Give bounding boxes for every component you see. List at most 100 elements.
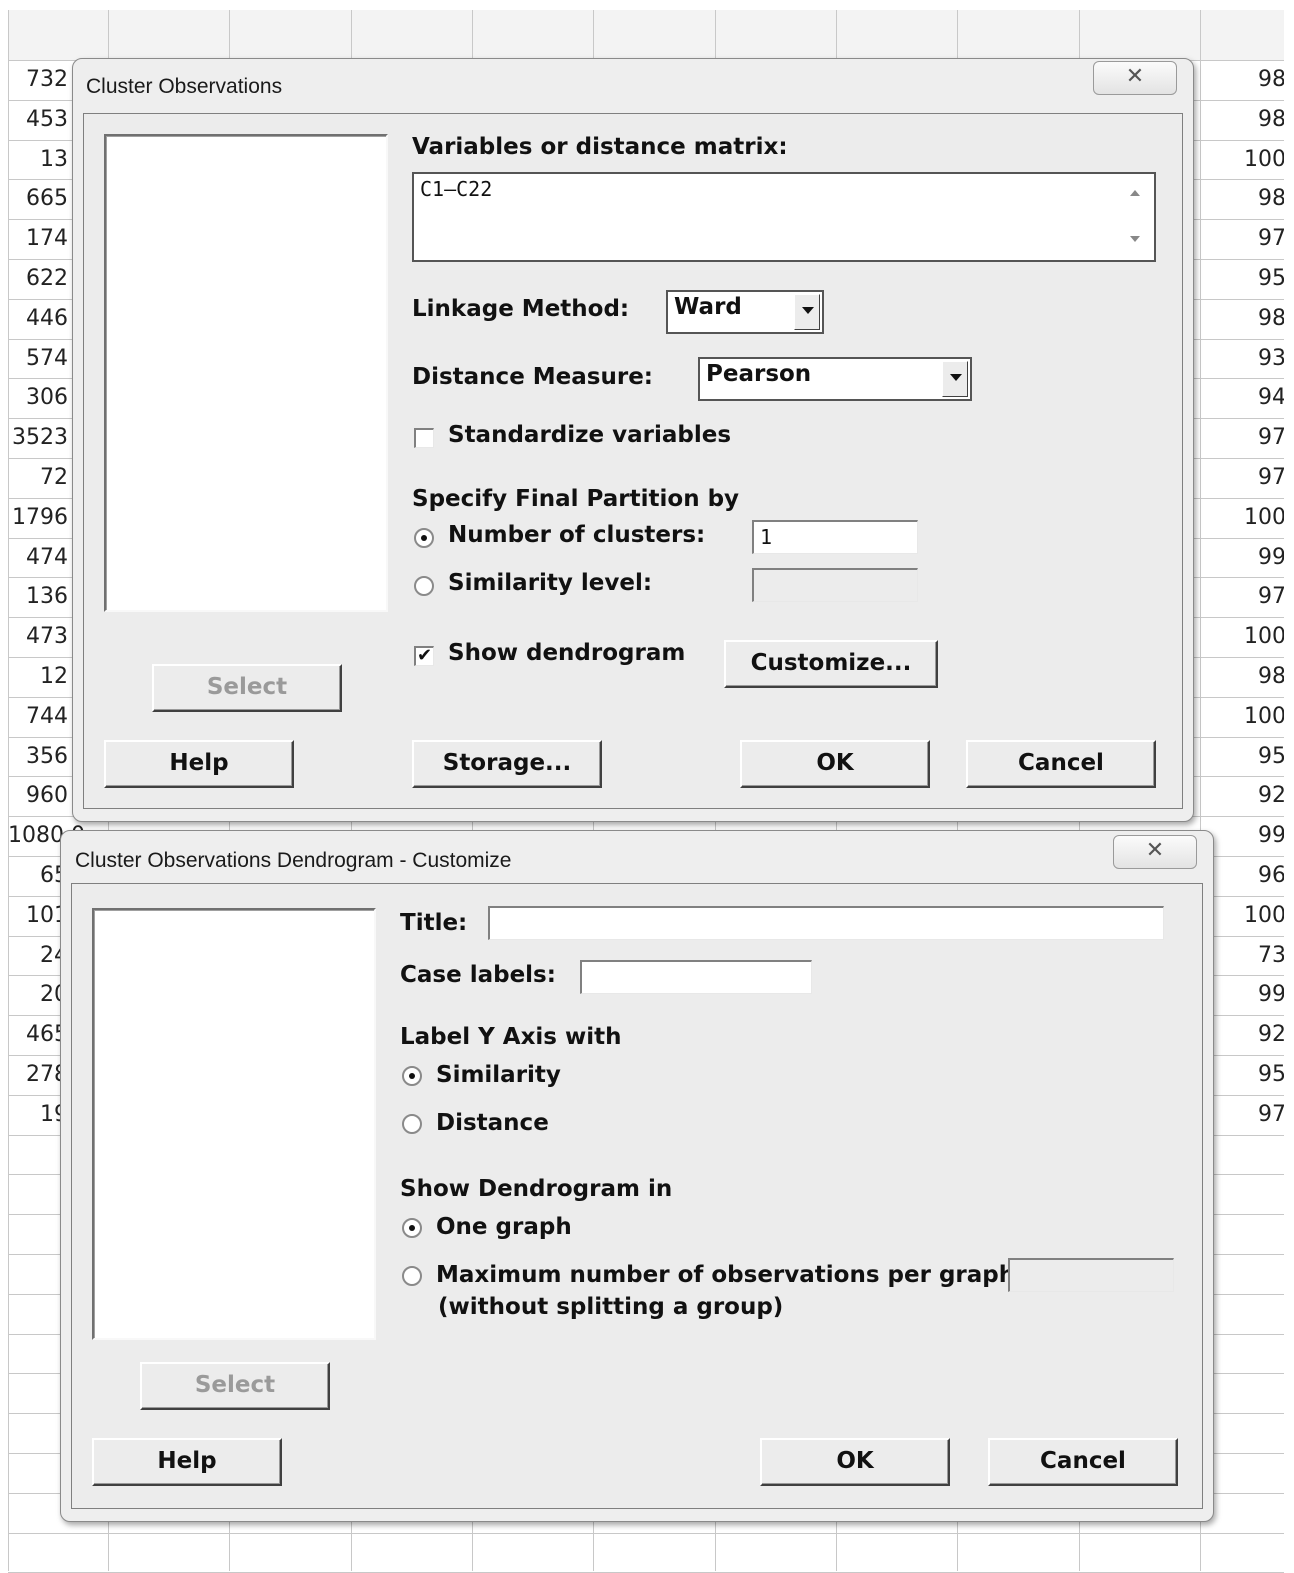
ok-button[interactable]: OK <box>760 1438 950 1486</box>
max-observations-radio[interactable] <box>402 1266 422 1286</box>
cancel-button[interactable]: Cancel <box>966 740 1156 788</box>
cancel-button[interactable]: Cancel <box>988 1438 1178 1486</box>
scroll-down-icon[interactable] <box>1130 236 1140 242</box>
worksheet-cell[interactable]: 732 <box>8 67 68 93</box>
worksheet-cell[interactable]: 474 <box>8 545 68 571</box>
storage-button[interactable]: Storage... <box>412 740 602 788</box>
worksheet-cell[interactable]: 98 <box>1240 664 1286 690</box>
worksheet-cell[interactable]: 72 <box>8 465 68 491</box>
worksheet-cell[interactable]: 174 <box>8 226 68 252</box>
similarity-radio[interactable] <box>402 1066 422 1086</box>
worksheet-cell[interactable]: 13 <box>8 147 68 173</box>
similarity-option-label: Similarity <box>436 1062 561 1088</box>
worksheet-cell[interactable]: 446 <box>8 306 68 332</box>
worksheet-cell[interactable]: 99 <box>1240 982 1286 1008</box>
worksheet-cell[interactable]: 94 <box>1240 385 1286 411</box>
number-of-clusters-label: Number of clusters: <box>448 522 706 548</box>
select-button[interactable]: Select <box>140 1362 330 1410</box>
worksheet-cell[interactable]: 73 <box>1240 943 1286 969</box>
linkage-method-select[interactable]: Ward <box>666 290 824 334</box>
worksheet-cell[interactable]: 99 <box>1240 545 1286 571</box>
worksheet-cell[interactable]: 960 <box>8 783 68 809</box>
max-observations-option-label: Maximum number of observations per graph… <box>436 1262 1025 1288</box>
worksheet-cell[interactable]: 622 <box>8 266 68 292</box>
worksheet-cell[interactable]: 98 <box>1240 107 1286 133</box>
worksheet-cell[interactable]: 95 <box>1240 744 1286 770</box>
worksheet-cell[interactable]: 65 <box>8 863 68 889</box>
distance-radio[interactable] <box>402 1114 422 1134</box>
worksheet-cell[interactable]: 744 <box>8 704 68 730</box>
worksheet-cell[interactable]: 12 <box>8 664 68 690</box>
variable-list[interactable] <box>104 134 388 612</box>
worksheet-cell[interactable]: 97 <box>1240 226 1286 252</box>
show-dendrogram-checkbox[interactable]: ✔ <box>414 646 434 666</box>
worksheet-cell[interactable]: 96 <box>1240 863 1286 889</box>
worksheet-cell[interactable]: 97 <box>1240 425 1286 451</box>
worksheet-cell[interactable]: 100 <box>1240 147 1286 173</box>
worksheet-cell[interactable]: 98 <box>1240 186 1286 212</box>
distance-measure-select[interactable]: Pearson <box>698 357 972 401</box>
worksheet-cell[interactable]: 574 <box>8 346 68 372</box>
variable-list[interactable] <box>92 908 376 1340</box>
help-button[interactable]: Help <box>104 740 294 788</box>
worksheet-cell[interactable]: 100 <box>1240 624 1286 650</box>
close-icon: ✕ <box>1145 838 1165 863</box>
close-button[interactable]: ✕ <box>1113 835 1197 869</box>
number-of-clusters-radio[interactable] <box>414 528 434 548</box>
title-label: Title: <box>400 910 468 936</box>
chevron-down-icon[interactable] <box>942 361 968 397</box>
distance-measure-label: Distance Measure: <box>412 364 654 390</box>
worksheet-cell[interactable]: 98 <box>1240 67 1286 93</box>
worksheet-cell[interactable]: 93 <box>1240 346 1286 372</box>
distance-measure-value: Pearson <box>706 361 812 387</box>
worksheet-cell[interactable]: 665 <box>8 186 68 212</box>
max-observations-field[interactable] <box>1008 1258 1174 1292</box>
worksheet-cell[interactable]: 92 <box>1240 1022 1286 1048</box>
close-button[interactable]: ✕ <box>1093 61 1177 95</box>
worksheet-cell[interactable]: 100 <box>1240 505 1286 531</box>
worksheet-cell[interactable]: 101 <box>8 903 68 929</box>
worksheet-cell[interactable]: 3523 <box>8 425 68 451</box>
worksheet-cell[interactable]: 20 <box>8 982 68 1008</box>
worksheet-cell[interactable]: 97 <box>1240 465 1286 491</box>
worksheet-cell[interactable]: 306 <box>8 385 68 411</box>
title-field[interactable] <box>488 906 1164 940</box>
worksheet-cell[interactable]: 95 <box>1240 266 1286 292</box>
worksheet-cell[interactable]: 97 <box>1240 1102 1286 1128</box>
number-of-clusters-field[interactable]: 1 <box>752 520 918 554</box>
worksheet-cell[interactable]: 98 <box>1240 306 1286 332</box>
select-button[interactable]: Select <box>152 664 342 712</box>
worksheet-cell[interactable]: 473 <box>8 624 68 650</box>
worksheet-cell[interactable]: 356 <box>8 744 68 770</box>
worksheet-cell[interactable]: 92 <box>1240 783 1286 809</box>
similarity-level-field[interactable] <box>752 568 918 602</box>
worksheet-cell[interactable]: 100 <box>1240 903 1286 929</box>
one-graph-radio[interactable] <box>402 1218 422 1238</box>
worksheet-cell[interactable]: 465 <box>8 1022 68 1048</box>
help-button[interactable]: Help <box>92 1438 282 1486</box>
worksheet-cell[interactable]: 453 <box>8 107 68 133</box>
worksheet-cell[interactable]: 99 <box>1240 823 1286 849</box>
worksheet-cell[interactable]: 24 <box>8 943 68 969</box>
case-labels-field[interactable] <box>580 960 812 994</box>
variables-field[interactable]: C1–C22 <box>412 172 1156 262</box>
partition-label: Specify Final Partition by <box>412 486 740 512</box>
worksheet-cell[interactable]: 100 <box>1240 704 1286 730</box>
similarity-level-radio[interactable] <box>414 576 434 596</box>
label-y-axis-label: Label Y Axis with <box>400 1024 622 1050</box>
worksheet-cell[interactable]: 1796 <box>8 505 68 531</box>
worksheet-cell[interactable]: 19 <box>8 1102 68 1128</box>
linkage-method-label: Linkage Method: <box>412 296 630 322</box>
worksheet-cell[interactable]: 1080.0 <box>8 823 85 849</box>
checkmark-icon: ✔ <box>416 645 433 666</box>
worksheet-cell[interactable]: 278 <box>8 1062 68 1088</box>
standardize-checkbox[interactable] <box>414 428 434 448</box>
chevron-down-icon[interactable] <box>794 294 820 330</box>
ok-button[interactable]: OK <box>740 740 930 788</box>
customize-button[interactable]: Customize... <box>724 640 938 688</box>
worksheet-cell[interactable]: 95 <box>1240 1062 1286 1088</box>
dendrogram-customize-dialog: Cluster Observations Dendrogram - Custom… <box>60 830 1214 1522</box>
scroll-up-icon[interactable] <box>1130 190 1140 196</box>
worksheet-cell[interactable]: 136 <box>8 584 68 610</box>
worksheet-cell[interactable]: 97 <box>1240 584 1286 610</box>
